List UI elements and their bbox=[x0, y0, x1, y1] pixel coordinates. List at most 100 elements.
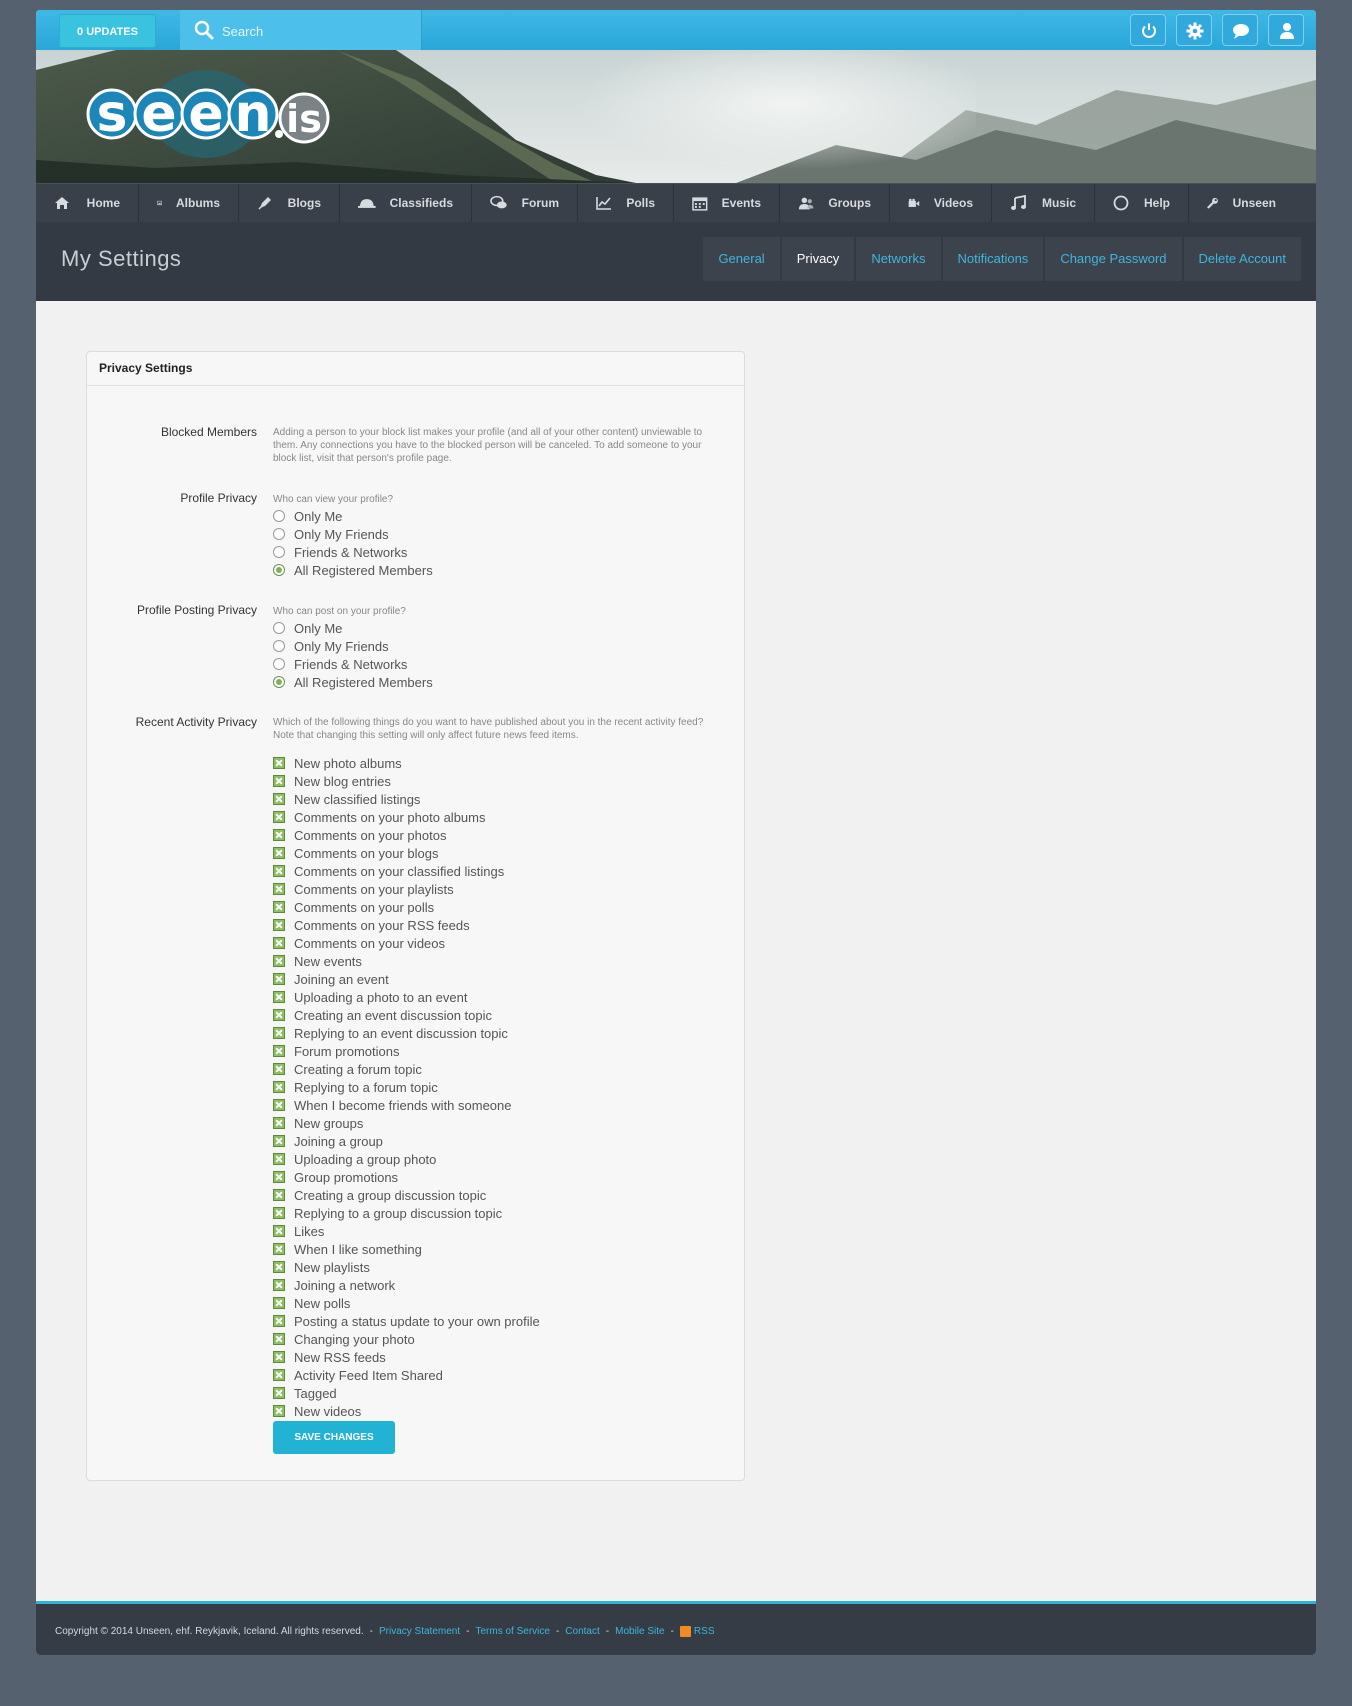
activity-option[interactable]: New playlists bbox=[273, 1258, 370, 1276]
messages-button[interactable] bbox=[1222, 14, 1258, 46]
activity-option[interactable]: Joining a group bbox=[273, 1132, 383, 1150]
checkbox[interactable] bbox=[273, 1153, 285, 1165]
checkbox[interactable] bbox=[273, 973, 285, 985]
activity-option[interactable]: Comments on your videos bbox=[273, 934, 445, 952]
checkbox[interactable] bbox=[273, 1063, 285, 1075]
activity-option[interactable]: New classified listings bbox=[273, 790, 420, 808]
activity-option[interactable]: Comments on your photo albums bbox=[273, 808, 485, 826]
checkbox[interactable] bbox=[273, 1387, 285, 1399]
checkbox[interactable] bbox=[273, 865, 285, 877]
radio-option[interactable]: All Registered Members bbox=[273, 673, 433, 691]
checkbox[interactable] bbox=[273, 1315, 285, 1327]
activity-option[interactable]: Activity Feed Item Shared bbox=[273, 1366, 443, 1384]
checkbox[interactable] bbox=[273, 757, 285, 769]
tab-networks[interactable]: Networks bbox=[856, 237, 941, 281]
checkbox[interactable] bbox=[273, 1351, 285, 1363]
radio-option[interactable]: Only My Friends bbox=[273, 637, 389, 655]
nav-item-groups[interactable]: Groups bbox=[780, 184, 890, 222]
activity-option[interactable]: New events bbox=[273, 952, 362, 970]
nav-item-polls[interactable]: Polls bbox=[578, 184, 674, 222]
tab-change-password[interactable]: Change Password bbox=[1045, 237, 1182, 281]
checkbox[interactable] bbox=[273, 829, 285, 841]
profile-button[interactable] bbox=[1268, 14, 1304, 46]
site-logo[interactable]: s e e n is bbox=[86, 68, 336, 160]
radio-option[interactable]: Friends & Networks bbox=[273, 655, 407, 673]
activity-option[interactable]: Likes bbox=[273, 1222, 324, 1240]
tab-delete-account[interactable]: Delete Account bbox=[1183, 237, 1301, 281]
radio-button[interactable] bbox=[273, 676, 285, 688]
checkbox[interactable] bbox=[273, 1261, 285, 1273]
checkbox[interactable] bbox=[273, 793, 285, 805]
nav-item-albums[interactable]: Albums bbox=[139, 184, 239, 222]
activity-option[interactable]: Forum promotions bbox=[273, 1042, 399, 1060]
checkbox[interactable] bbox=[273, 1369, 285, 1381]
activity-option[interactable]: When I become friends with someone bbox=[273, 1096, 512, 1114]
radio-button[interactable] bbox=[273, 640, 285, 652]
radio-option[interactable]: Friends & Networks bbox=[273, 543, 407, 561]
nav-item-forum[interactable]: Forum bbox=[472, 184, 578, 222]
nav-item-classifieds[interactable]: Classifieds bbox=[340, 184, 472, 222]
save-changes-button[interactable]: SAVE CHANGES bbox=[273, 1421, 395, 1454]
checkbox[interactable] bbox=[273, 1225, 285, 1237]
nav-item-blogs[interactable]: Blogs bbox=[239, 184, 340, 222]
checkbox[interactable] bbox=[273, 901, 285, 913]
contact-link[interactable]: Contact bbox=[565, 1626, 599, 1637]
nav-item-help[interactable]: Help bbox=[1095, 184, 1189, 222]
tab-general[interactable]: General bbox=[703, 237, 780, 281]
checkbox[interactable] bbox=[273, 1009, 285, 1021]
activity-option[interactable]: Uploading a photo to an event bbox=[273, 988, 467, 1006]
radio-option[interactable]: Only Me bbox=[273, 507, 342, 525]
checkbox[interactable] bbox=[273, 1171, 285, 1183]
checkbox[interactable] bbox=[273, 1045, 285, 1057]
nav-item-music[interactable]: Music bbox=[992, 184, 1095, 222]
checkbox[interactable] bbox=[273, 1081, 285, 1093]
checkbox[interactable] bbox=[273, 1297, 285, 1309]
radio-button[interactable] bbox=[273, 564, 285, 576]
activity-option[interactable]: Creating a group discussion topic bbox=[273, 1186, 486, 1204]
search-input[interactable] bbox=[220, 18, 414, 44]
checkbox[interactable] bbox=[273, 991, 285, 1003]
radio-option[interactable]: Only Me bbox=[273, 619, 342, 637]
tab-notifications[interactable]: Notifications bbox=[942, 237, 1044, 281]
updates-button[interactable]: 0 UPDATES bbox=[59, 14, 156, 48]
tab-privacy[interactable]: Privacy bbox=[781, 237, 855, 281]
checkbox[interactable] bbox=[273, 1207, 285, 1219]
checkbox[interactable] bbox=[273, 1243, 285, 1255]
checkbox[interactable] bbox=[273, 937, 285, 949]
activity-option[interactable]: New groups bbox=[273, 1114, 363, 1132]
checkbox[interactable] bbox=[273, 1117, 285, 1129]
nav-item-unseen[interactable]: Unseen bbox=[1189, 184, 1294, 222]
activity-option[interactable]: Comments on your RSS feeds bbox=[273, 916, 470, 934]
nav-item-videos[interactable]: Videos bbox=[890, 184, 992, 222]
power-button[interactable] bbox=[1130, 14, 1166, 46]
radio-button[interactable] bbox=[273, 546, 285, 558]
activity-option[interactable]: Tagged bbox=[273, 1384, 337, 1402]
radio-button[interactable] bbox=[273, 528, 285, 540]
radio-button[interactable] bbox=[273, 510, 285, 522]
checkbox[interactable] bbox=[273, 811, 285, 823]
activity-option[interactable]: Changing your photo bbox=[273, 1330, 415, 1348]
radio-option[interactable]: Only My Friends bbox=[273, 525, 389, 543]
activity-option[interactable]: Comments on your classified listings bbox=[273, 862, 504, 880]
activity-option[interactable]: Uploading a group photo bbox=[273, 1150, 436, 1168]
activity-option[interactable]: Creating a forum topic bbox=[273, 1060, 422, 1078]
activity-option[interactable]: Replying to a group discussion topic bbox=[273, 1204, 502, 1222]
checkbox[interactable] bbox=[273, 1333, 285, 1345]
checkbox[interactable] bbox=[273, 1135, 285, 1147]
activity-option[interactable]: Posting a status update to your own prof… bbox=[273, 1312, 540, 1330]
activity-option[interactable]: Comments on your playlists bbox=[273, 880, 454, 898]
nav-item-events[interactable]: Events bbox=[674, 184, 780, 222]
activity-option[interactable]: New blog entries bbox=[273, 772, 391, 790]
rss-link[interactable]: RSS bbox=[694, 1626, 715, 1637]
activity-option[interactable]: New polls bbox=[273, 1294, 350, 1312]
activity-option[interactable]: When I like something bbox=[273, 1240, 422, 1258]
nav-item-home[interactable]: Home bbox=[36, 184, 139, 222]
checkbox[interactable] bbox=[273, 883, 285, 895]
activity-option[interactable]: Replying to an event discussion topic bbox=[273, 1024, 508, 1042]
activity-option[interactable]: Comments on your blogs bbox=[273, 844, 439, 862]
activity-option[interactable]: Comments on your photos bbox=[273, 826, 446, 844]
radio-button[interactable] bbox=[273, 658, 285, 670]
checkbox[interactable] bbox=[273, 775, 285, 787]
checkbox[interactable] bbox=[273, 1027, 285, 1039]
checkbox[interactable] bbox=[273, 1189, 285, 1201]
